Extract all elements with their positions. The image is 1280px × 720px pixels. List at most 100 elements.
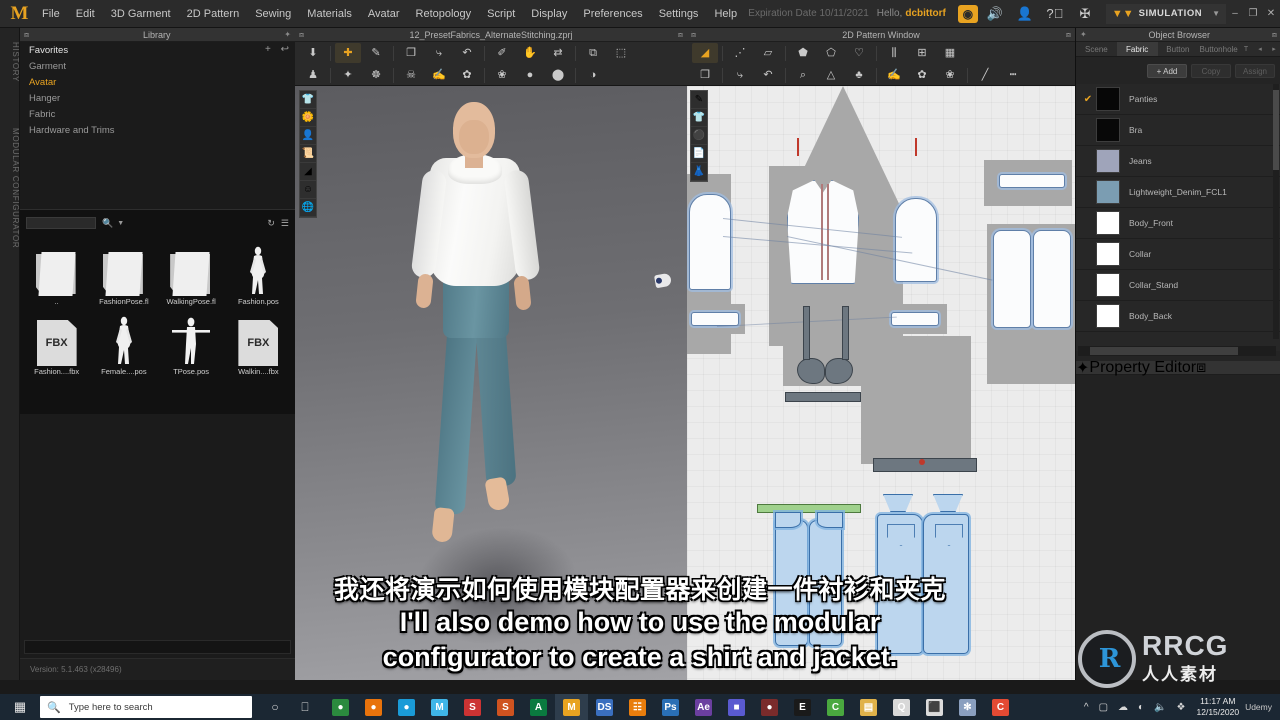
fabric-color-swatch[interactable] bbox=[1096, 273, 1120, 297]
select-mesh-tool[interactable]: ❐ bbox=[398, 43, 424, 63]
unpin-tool[interactable]: ↶ bbox=[454, 43, 480, 63]
library-file-item[interactable]: .. bbox=[24, 238, 89, 306]
taskbar-search-box[interactable]: 🔍 Type here to search bbox=[40, 696, 252, 718]
fabric-color-swatch[interactable] bbox=[1096, 87, 1120, 111]
simulation-mode-selector[interactable]: ▼▼ SIMULATION ▼ bbox=[1105, 3, 1226, 24]
taskbar-app-substance-painter[interactable]: S bbox=[489, 694, 522, 720]
sound-icon[interactable]: 🔊 bbox=[982, 3, 1008, 25]
tray-network-icon[interactable]: ◐ bbox=[1133, 702, 1149, 713]
pattern-piece-back-right[interactable] bbox=[1033, 230, 1071, 328]
vtab-modular-configurator[interactable]: MODULAR CONFIGURATOR bbox=[0, 124, 20, 252]
library-file-item[interactable]: FashionPose.fl bbox=[91, 238, 156, 306]
menu-3d-garment[interactable]: 3D Garment bbox=[103, 3, 179, 25]
grid-tool[interactable]: ⊞ bbox=[909, 43, 935, 63]
tab-fabric[interactable]: Fabric bbox=[1116, 42, 1158, 56]
fabric-display-icon[interactable]: 📜 bbox=[300, 145, 316, 163]
grade-tool[interactable]: ┅ bbox=[1000, 65, 1026, 85]
library-item-favorites[interactable]: Favorites bbox=[20, 42, 295, 58]
taskbar-clock[interactable]: 11:17 AM 12/15/2020 bbox=[1191, 696, 1246, 717]
tray-volume-icon[interactable]: 🔈 bbox=[1149, 702, 1171, 713]
menu-2d-pattern[interactable]: 2D Pattern bbox=[179, 3, 248, 25]
library-file-item[interactable]: Fashion.pos bbox=[226, 238, 291, 306]
dart-tool[interactable]: △ bbox=[818, 65, 844, 85]
fold-tool[interactable]: ✋ bbox=[517, 43, 543, 63]
trace-tool[interactable]: ♣ bbox=[846, 65, 872, 85]
pattern-piece-yoke-right[interactable] bbox=[933, 494, 963, 512]
tack-tool[interactable]: ✐ bbox=[489, 43, 515, 63]
transform-tool[interactable]: ✚ bbox=[335, 43, 361, 63]
pattern-pen-icon[interactable]: ✎ bbox=[691, 91, 707, 109]
taskbar-app-substance-sampler[interactable]: S bbox=[456, 694, 489, 720]
property-editor-pin-icon[interactable]: ✦ bbox=[1076, 358, 1089, 378]
library-file-item[interactable]: TPose.pos bbox=[159, 308, 224, 376]
vtab-history[interactable]: HISTORY bbox=[0, 38, 20, 86]
task-view-icon[interactable]: ⎕ bbox=[290, 700, 320, 715]
menu-avatar[interactable]: Avatar bbox=[360, 3, 408, 25]
refresh-icon[interactable]: ↻ bbox=[267, 218, 275, 229]
menu-settings[interactable]: Settings bbox=[651, 3, 707, 25]
pin-tool[interactable]: ⤷ bbox=[426, 43, 452, 63]
object-browser-undock-icon[interactable]: ⧈ bbox=[1268, 30, 1280, 40]
button-tool[interactable]: ● bbox=[517, 65, 543, 85]
gizmo-tool[interactable]: ✦ bbox=[335, 65, 361, 85]
object-browser-pin-icon[interactable]: ✦ bbox=[1076, 30, 1091, 39]
check-sew-tool[interactable]: ⌕ bbox=[790, 65, 816, 85]
window-close-button[interactable]: ✕ bbox=[1262, 8, 1280, 19]
fabric-color-swatch[interactable] bbox=[1096, 242, 1120, 266]
drop-tool[interactable]: ⬇ bbox=[300, 43, 326, 63]
rectangle-tool[interactable]: ⬠ bbox=[818, 43, 844, 63]
fabric-list-item[interactable]: Bra bbox=[1076, 115, 1280, 146]
avatar-display-icon[interactable]: 👤 bbox=[300, 127, 316, 145]
library-file-item[interactable]: Female....pos bbox=[91, 308, 156, 376]
tray-device-icon[interactable]: ▢ bbox=[1094, 702, 1113, 713]
menu-materials[interactable]: Materials bbox=[299, 3, 360, 25]
buttonhole-2d-tool[interactable]: ❀ bbox=[937, 65, 963, 85]
menu-retopology[interactable]: Retopology bbox=[408, 3, 480, 25]
button-2d-tool[interactable]: ✿ bbox=[909, 65, 935, 85]
menu-preferences[interactable]: Preferences bbox=[575, 3, 650, 25]
library-search-input[interactable] bbox=[26, 217, 96, 229]
assign-fabric-button[interactable]: Assign bbox=[1235, 64, 1275, 78]
pattern-piece-bra-strap-right[interactable] bbox=[842, 306, 849, 360]
taskbar-app-daz-studio[interactable]: DS bbox=[588, 694, 621, 720]
tabs-scroll-right-icon[interactable]: ▸ bbox=[1267, 42, 1280, 56]
pattern-paper-icon[interactable]: 📄 bbox=[691, 145, 707, 163]
copy-fabric-button[interactable]: Copy bbox=[1191, 64, 1231, 78]
pattern-piece-yoke-left[interactable] bbox=[883, 494, 913, 512]
pattern-piece-collar-strip-left[interactable] bbox=[691, 312, 739, 326]
edit-curve-tool[interactable]: ▱ bbox=[755, 43, 781, 63]
taskbar-app-recorder[interactable]: ● bbox=[753, 694, 786, 720]
edit-point-tool[interactable]: ⋰ bbox=[727, 43, 753, 63]
pattern-piece-bra-strap-left[interactable] bbox=[803, 306, 810, 360]
help-circle-icon[interactable]: ?⃝ bbox=[1042, 3, 1068, 25]
tab-button[interactable]: Button bbox=[1158, 42, 1199, 56]
account-icon[interactable]: 👤 bbox=[1012, 3, 1038, 25]
tabs-scroll-left-icon[interactable]: ◂ bbox=[1253, 42, 1267, 56]
taskbar-app-chrome[interactable]: ● bbox=[324, 694, 357, 720]
text-tool[interactable]: ✍ bbox=[881, 65, 907, 85]
pattern-garment-icon[interactable]: 👕 bbox=[691, 109, 707, 127]
tray-onedrive-icon[interactable]: ☁ bbox=[1113, 702, 1133, 713]
taskbar-app-keyshot[interactable]: ✻ bbox=[951, 694, 984, 720]
pattern-piece-jeans-front-left[interactable] bbox=[775, 520, 808, 646]
gizmo-display-icon[interactable]: ◢ bbox=[300, 163, 316, 181]
menu-script[interactable]: Script bbox=[479, 3, 523, 25]
library-item-garment[interactable]: Garment bbox=[20, 58, 295, 74]
taskbar-app-zbrush[interactable]: ■ bbox=[720, 694, 753, 720]
taskbar-app-file-explorer[interactable]: ▤ bbox=[852, 694, 885, 720]
free-sew-tool[interactable]: ⧉ bbox=[580, 43, 606, 63]
box-tool[interactable]: ⬚ bbox=[608, 43, 634, 63]
fabric-color-swatch[interactable] bbox=[1096, 211, 1120, 235]
environment-display-icon[interactable]: 🌐 bbox=[300, 199, 316, 217]
viewport-3d-undock-icon[interactable]: ⧈ bbox=[295, 30, 308, 40]
taskbar-app-epic-games[interactable]: E bbox=[786, 694, 819, 720]
taskbar-app-marvelous-designer[interactable]: M bbox=[555, 694, 588, 720]
measure-tool[interactable]: ╱ bbox=[972, 65, 998, 85]
window-maximize-button[interactable]: ❐ bbox=[1244, 8, 1262, 19]
pattern-piece-collar-strip-mid[interactable] bbox=[891, 312, 939, 326]
taskbar-app-photoshop[interactable]: Ps bbox=[654, 694, 687, 720]
chevron-down-icon[interactable]: ▼ bbox=[117, 220, 124, 227]
pattern-piece-front-left[interactable] bbox=[689, 194, 731, 290]
fabric-color-swatch[interactable] bbox=[1096, 180, 1120, 204]
taskbar-app-after-effects[interactable]: Ae bbox=[687, 694, 720, 720]
